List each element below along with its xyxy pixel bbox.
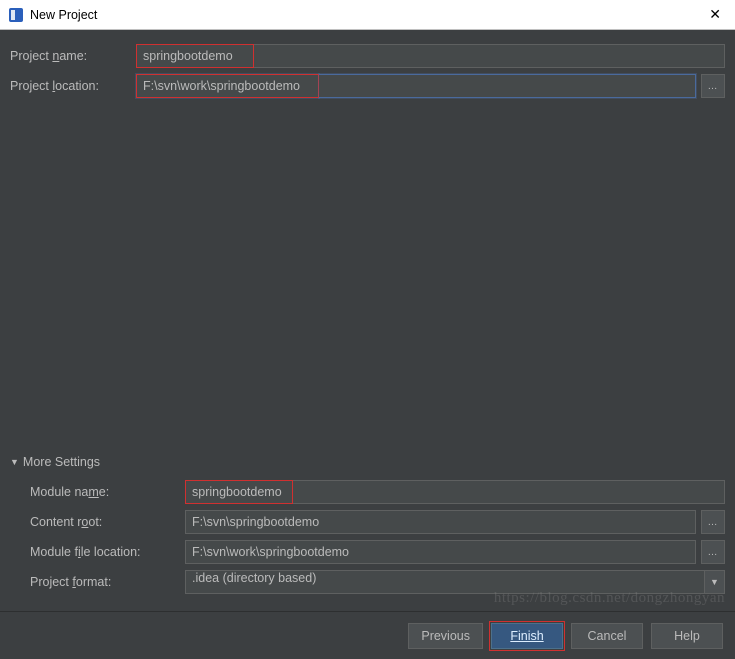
label-content-root: Content root: [30, 515, 185, 529]
finish-button-label: Finish [510, 629, 543, 643]
close-icon[interactable]: ✕ [703, 6, 727, 23]
previous-button-label: Previous [421, 629, 470, 643]
cancel-button[interactable]: Cancel [571, 623, 643, 649]
more-settings-label: More Settings [23, 455, 100, 469]
content-root-input[interactable] [185, 510, 696, 534]
browse-location-button[interactable]: … [701, 74, 725, 98]
titlebar: New Project ✕ [0, 0, 735, 30]
project-name-input-ext[interactable] [254, 44, 725, 68]
label-project-location: Project location: [10, 79, 136, 93]
row-project-location: Project location: … [0, 71, 735, 101]
row-project-format: Project format: .idea (directory based) … [10, 567, 725, 597]
project-location-input[interactable] [319, 74, 696, 98]
titlebar-left: New Project [8, 7, 97, 23]
label-project-format: Project format: [30, 575, 185, 589]
button-bar: Previous Finish Cancel Help [0, 611, 735, 659]
more-settings-section: ▼ More Settings Module name: Content roo… [0, 451, 735, 607]
row-module-file-location: Module file location: … [10, 537, 725, 567]
chevron-down-icon: ▼ [705, 570, 725, 594]
expand-triangle-icon: ▼ [10, 457, 19, 467]
project-format-select[interactable]: .idea (directory based) ▼ [185, 570, 725, 594]
module-name-input[interactable] [293, 480, 725, 504]
previous-button[interactable]: Previous [408, 623, 483, 649]
dialog-body: Project name: Project location: … ▼ More… [0, 30, 735, 659]
finish-button[interactable]: Finish [491, 623, 563, 649]
app-icon [8, 7, 24, 23]
window-title: New Project [30, 8, 97, 22]
cancel-button-label: Cancel [588, 629, 627, 643]
label-module-name: Module name: [30, 485, 185, 499]
row-module-name: Module name: [10, 477, 725, 507]
module-name-input-hl[interactable] [185, 480, 293, 504]
module-file-location-input[interactable] [185, 540, 696, 564]
label-module-file-location: Module file location: [30, 545, 185, 559]
browse-module-file-button[interactable]: … [701, 540, 725, 564]
project-location-input-hl[interactable] [136, 74, 319, 98]
help-button[interactable]: Help [651, 623, 723, 649]
help-button-label: Help [674, 629, 700, 643]
project-format-value: .idea (directory based) [185, 570, 705, 594]
project-name-input[interactable] [136, 44, 254, 68]
browse-content-root-button[interactable]: … [701, 510, 725, 534]
row-project-name: Project name: [0, 30, 735, 71]
row-content-root: Content root: … [10, 507, 725, 537]
label-project-name: Project name: [10, 49, 136, 63]
more-settings-toggle[interactable]: ▼ More Settings [10, 451, 725, 477]
